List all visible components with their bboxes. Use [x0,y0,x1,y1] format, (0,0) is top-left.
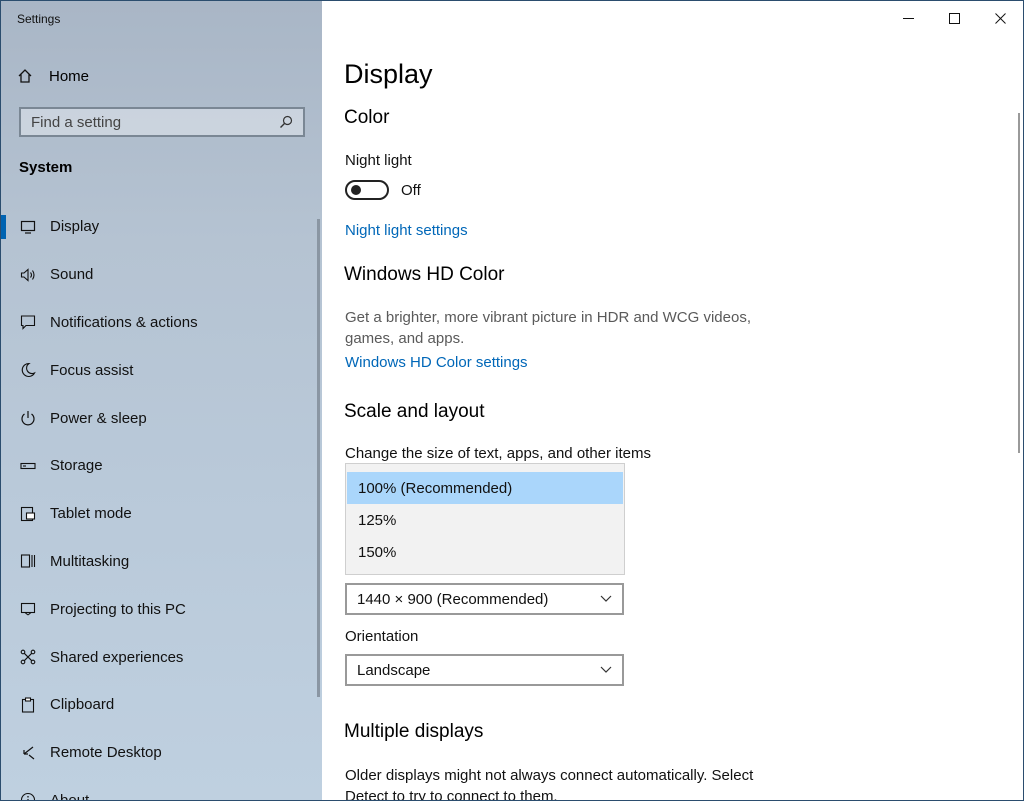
multiple-displays-heading: Multiple displays [344,721,484,742]
home-label: Home [49,67,90,85]
home-nav-item[interactable]: Home [17,64,89,88]
sidebar-item-display[interactable]: Display [1,203,317,251]
scale-option[interactable]: 100% (Recommended) [347,472,623,504]
section-label-system: System [19,159,73,176]
night-light-toggle[interactable] [345,180,389,200]
info-icon [19,791,37,800]
sidebar-item-label: Focus assist [50,361,134,379]
scale-option[interactable]: 125% [347,504,623,536]
sidebar-item-remote-desktop[interactable]: Remote Desktop [1,729,317,777]
hd-color-heading: Windows HD Color [344,264,505,285]
home-icon [18,69,32,83]
scale-layout-heading: Scale and layout [344,401,485,422]
hd-color-settings-link[interactable]: Windows HD Color settings [345,354,528,371]
sidebar-item-storage[interactable]: Storage [1,442,317,490]
search-input[interactable] [31,113,279,131]
clipboard-icon [19,696,37,714]
orientation-select[interactable]: Landscape [345,654,624,686]
sidebar-item-label: Multitasking [50,552,130,570]
minimize-button[interactable] [885,1,931,35]
window-controls [885,1,1023,35]
multitasking-icon [19,552,37,570]
scale-option[interactable]: 150% [347,536,623,568]
maximize-button[interactable] [931,1,977,35]
chevron-down-icon [600,595,612,602]
toggle-knob [351,185,361,195]
sidebar-item-label: Storage [50,457,103,475]
speaker-icon [19,266,37,284]
monitor-icon [19,218,37,236]
app-title: Settings [17,12,61,26]
sidebar-scrollbar[interactable] [317,219,320,697]
close-icon [994,12,1006,24]
tablet-icon [19,505,37,523]
page-title: Display [344,59,433,89]
sidebar: Settings Home System Display Sound Notif… [1,1,322,801]
sidebar-item-label: Shared experiences [50,648,184,666]
power-icon [19,409,37,427]
shared-icon [19,648,37,666]
sidebar-item-label: Sound [50,266,94,284]
sidebar-item-label: Remote Desktop [50,744,162,762]
sidebar-item-clipboard[interactable]: Clipboard [1,681,317,729]
sidebar-item-label: Power & sleep [50,409,147,427]
main-content: Display Color Night light Off Night ligh… [322,1,1023,801]
orientation-label: Orientation [345,628,419,645]
sidebar-item-projecting[interactable]: Projecting to this PC [1,585,317,633]
notification-icon [19,313,37,331]
sidebar-item-label: Clipboard [50,696,115,714]
sidebar-item-focus-assist[interactable]: Focus assist [1,346,317,394]
resolution-value: 1440 × 900 (Recommended) [357,590,549,608]
sidebar-item-shared-experiences[interactable]: Shared experiences [1,633,317,681]
sidebar-item-sound[interactable]: Sound [1,251,317,299]
remote-desktop-icon [19,744,37,762]
close-button[interactable] [977,1,1023,35]
search-icon[interactable] [279,115,293,129]
sidebar-item-label: Tablet mode [50,505,132,523]
night-light-settings-link[interactable]: Night light settings [345,222,468,239]
storage-icon [19,457,37,475]
sidebar-item-label: Notifications & actions [50,313,198,331]
multiple-displays-description: Older displays might not always connect … [345,767,754,801]
night-light-label: Night light [345,152,412,169]
scale-dropdown-list: 100% (Recommended) 125% 150% [345,463,625,575]
sidebar-nav: Display Sound Notifications & actions Fo… [1,203,317,801]
settings-window: Settings Home System Display Sound Notif… [0,0,1024,801]
main-scrollbar[interactable] [1018,113,1020,453]
sidebar-item-label: Display [50,218,100,236]
moon-icon [19,361,37,379]
maximize-icon [948,12,960,24]
search-box[interactable] [19,107,305,137]
sidebar-item-label: About [50,791,90,801]
projecting-icon [19,600,37,618]
chevron-down-icon [600,666,612,673]
sidebar-item-label: Projecting to this PC [50,600,186,618]
night-light-state: Off [401,182,421,199]
sidebar-item-notifications[interactable]: Notifications & actions [1,299,317,347]
sidebar-item-tablet-mode[interactable]: Tablet mode [1,490,317,538]
sidebar-item-multitasking[interactable]: Multitasking [1,538,317,586]
sidebar-item-power-sleep[interactable]: Power & sleep [1,394,317,442]
minimize-icon [902,17,914,19]
resolution-select[interactable]: 1440 × 900 (Recommended) [345,583,624,615]
orientation-value: Landscape [357,661,431,679]
change-size-label: Change the size of text, apps, and other… [345,445,652,462]
sidebar-item-about[interactable]: About [1,777,317,801]
hd-color-description: Get a brighter, more vibrant picture in … [345,309,751,347]
color-heading: Color [344,107,390,128]
